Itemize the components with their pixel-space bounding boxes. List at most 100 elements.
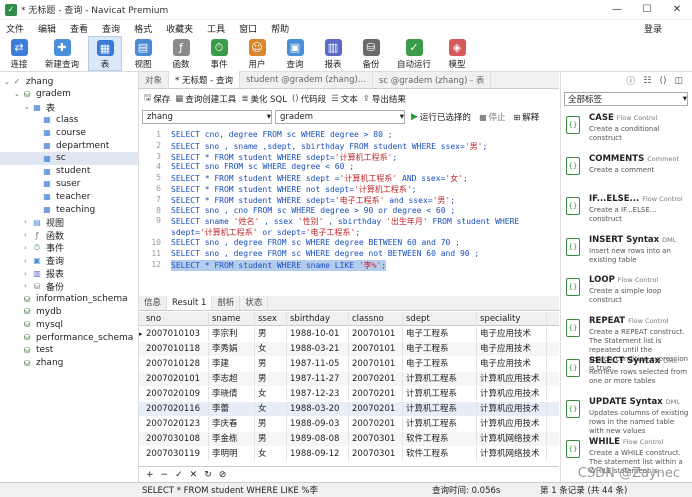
table-cell[interactable]: 2007020109: [143, 387, 209, 401]
close-button[interactable]: ✕: [662, 0, 692, 20]
nav-item-mydb[interactable]: ⛁ mydb: [0, 305, 138, 318]
table-cell[interactable]: 男: [255, 357, 287, 371]
run-selected-button[interactable]: 运行已选择的: [420, 111, 471, 123]
table-row[interactable]: 2007020109 李晓倩女 1987-12-23 20070201 计算机工程系 计算…: [139, 387, 559, 401]
snippet-item[interactable]: {} IF...ELSE... Flow Control Create a IF...…: [563, 191, 689, 233]
column-header[interactable]: classno: [349, 312, 403, 326]
table-row[interactable]: 2007030119 李明明女 1988-09-12 20070301 软件工程系 计算机…: [139, 447, 559, 461]
table-cell[interactable]: 20070101: [349, 357, 403, 371]
refresh-button[interactable]: ↻: [204, 470, 212, 480]
nav-item-suser[interactable]: ▦ suser: [0, 177, 138, 190]
nav-item-sc[interactable]: ▦ sc: [0, 151, 138, 165]
table-cell[interactable]: 2007030108: [143, 432, 209, 446]
table-cell[interactable]: 计算机应用技术: [477, 417, 547, 431]
snippet-item[interactable]: {} UPDATE Syntax DML Updates columns of exi…: [563, 394, 689, 436]
snippet-item[interactable]: {} CASE Flow Control Create a conditional c…: [563, 110, 689, 152]
column-header[interactable]: speciality: [477, 312, 547, 326]
expand-arrow-icon[interactable]: ›: [24, 231, 32, 239]
nav-item-报表[interactable]: › ▥ 报表: [0, 267, 138, 280]
info-icon[interactable]: ⓘ: [626, 74, 635, 87]
expand-arrow-icon[interactable]: ›: [24, 244, 32, 252]
table-cell[interactable]: 1988-09-03: [287, 417, 349, 431]
menu-item[interactable]: 格式: [134, 22, 152, 35]
table-cell[interactable]: 男: [255, 432, 287, 446]
query-toolbar-query-builder-button[interactable]: 查询创建工具: [185, 93, 236, 105]
expand-arrow-icon[interactable]: ›: [24, 270, 32, 278]
table-row[interactable]: 2007020101 李志超男 1987-11-27 20070201 计算机工程系 计算…: [139, 372, 559, 386]
snippet-item[interactable]: {} COMMENTS Comment Create a comment: [563, 151, 689, 193]
result-tab[interactable]: 状态: [240, 296, 269, 310]
table-cell[interactable]: 1987-11-27: [287, 372, 349, 386]
menu-item[interactable]: 查看: [70, 22, 88, 35]
table-cell[interactable]: 李蕾: [209, 402, 255, 416]
explain-button[interactable]: 解释: [522, 111, 539, 123]
table-cell[interactable]: 1987-12-23: [287, 387, 349, 401]
snippet-item[interactable]: {} SELECT Syntax DML Retrieve rows selected…: [563, 353, 689, 395]
toolbar-backup-button[interactable]: ⛁ 备份: [354, 36, 388, 71]
menu-item[interactable]: 窗口: [239, 22, 257, 35]
column-header[interactable]: sno: [143, 312, 209, 326]
table-cell[interactable]: 2007010103: [143, 327, 209, 341]
snippet-category-select[interactable]: 全部标签 ▾: [564, 92, 688, 106]
table-cell[interactable]: 电子应用技术: [477, 327, 547, 341]
toolbar-user-button[interactable]: ☺ 用户: [240, 36, 274, 71]
table-cell[interactable]: 李明明: [209, 447, 255, 461]
menu-item[interactable]: 查询: [102, 22, 120, 35]
menu-item[interactable]: 文件: [6, 22, 24, 35]
table-cell[interactable]: 电子应用技术: [477, 342, 547, 356]
nav-item-test[interactable]: ⛁ test: [0, 344, 138, 357]
nav-item-information_schema[interactable]: ⛁ information_schema: [0, 293, 138, 306]
table-cell[interactable]: 李宗利: [209, 327, 255, 341]
table-cell[interactable]: 李秀娟: [209, 342, 255, 356]
toolbar-view-button[interactable]: ▤ 视图: [126, 36, 160, 71]
table-cell[interactable]: 20070201: [349, 372, 403, 386]
table-cell[interactable]: 1988-03-20: [287, 402, 349, 416]
stop-button[interactable]: 停止: [489, 111, 506, 123]
table-row[interactable]: 2007010118 李秀娟女 1988-03-21 20070101 电子工程系 电子应…: [139, 342, 559, 356]
result-tab[interactable]: 信息: [139, 296, 168, 310]
nav-item-zhang[interactable]: ⌄ ✓ zhang: [0, 75, 138, 88]
table-cell[interactable]: 计算机工程系: [403, 387, 477, 401]
nav-item-course[interactable]: ▦ course: [0, 126, 138, 139]
table-cell[interactable]: 2007010128: [143, 357, 209, 371]
table-cell[interactable]: 男: [255, 327, 287, 341]
table-cell[interactable]: 20070201: [349, 417, 403, 431]
table-cell[interactable]: 计算机工程系: [403, 417, 477, 431]
document-tab[interactable]: * 无标题 - 查询: [169, 71, 240, 88]
result-tab[interactable]: 剖析: [212, 296, 241, 310]
nav-item-teacher[interactable]: ▦ teacher: [0, 190, 138, 203]
table-cell[interactable]: 计算机应用技术: [477, 387, 547, 401]
snippet-item[interactable]: {} INSERT Syntax DML Insert new rows into a…: [563, 232, 689, 274]
expand-arrow-icon[interactable]: ›: [24, 218, 32, 226]
nav-item-zhang[interactable]: ⛁ zhang: [0, 357, 138, 370]
table-cell[interactable]: 计算机工程系: [403, 372, 477, 386]
table-cell[interactable]: 计算机应用技术: [477, 372, 547, 386]
table-cell[interactable]: 女: [255, 447, 287, 461]
table-cell[interactable]: 2007010118: [143, 342, 209, 356]
ddl-icon[interactable]: ☷: [643, 76, 651, 86]
table-cell[interactable]: 李金栋: [209, 432, 255, 446]
result-tab[interactable]: Result 1: [167, 296, 213, 310]
menu-item[interactable]: 工具: [207, 22, 225, 35]
query-toolbar-beautify-sql-button[interactable]: 美化 SQL: [250, 93, 287, 105]
expand-arrow-icon[interactable]: ⌄: [4, 78, 12, 86]
table-cell[interactable]: 1987-11-05: [287, 357, 349, 371]
document-tab[interactable]: sc @gradem (zhang) - 表: [373, 71, 492, 88]
table-cell[interactable]: 电子工程系: [403, 357, 477, 371]
table-cell[interactable]: 20070201: [349, 402, 403, 416]
toolbar-connect-button[interactable]: ⇄ 连接: [2, 36, 36, 71]
table-cell[interactable]: 2007020101: [143, 372, 209, 386]
table-cell[interactable]: 女: [255, 342, 287, 356]
column-header[interactable]: ssex: [255, 312, 287, 326]
nav-item-student[interactable]: ▦ student: [0, 165, 138, 178]
table-row[interactable]: 2007020116 李蕾女 1988-03-20 20070201 计算机工程系 计算机…: [139, 402, 559, 416]
column-header[interactable]: sname: [209, 312, 255, 326]
table-cell[interactable]: 1988-09-12: [287, 447, 349, 461]
table-cell[interactable]: 计算机应用技术: [477, 402, 547, 416]
query-toolbar-text-button[interactable]: 文本: [341, 93, 358, 105]
column-header[interactable]: sbirthday: [287, 312, 349, 326]
toolbar-function-button[interactable]: ƒ 函数: [164, 36, 198, 71]
login-link[interactable]: 登录: [644, 22, 662, 35]
nav-item-事件[interactable]: › ⏱ 事件: [0, 241, 138, 255]
menu-item[interactable]: 编辑: [38, 22, 56, 35]
